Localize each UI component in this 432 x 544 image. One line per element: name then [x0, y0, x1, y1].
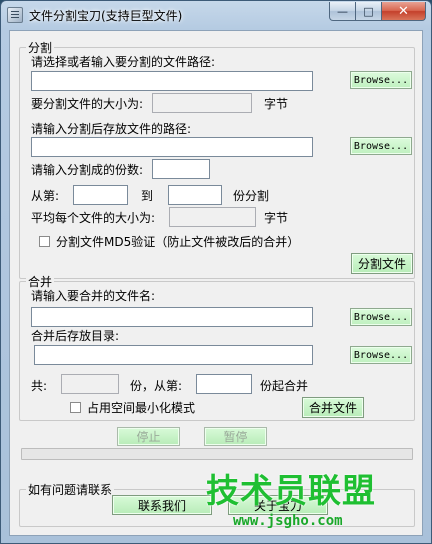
split-out-label: 请输入分割后存放文件的路径:	[31, 122, 192, 136]
split-to-suffix: 份分割	[233, 189, 270, 203]
md5-label: 分割文件MD5验证（防止文件被改后的合并）	[56, 235, 300, 249]
split-file-button[interactable]: 分割文件	[351, 253, 413, 274]
app-icon	[7, 7, 23, 23]
app-window: 文件分割宝刀(支持巨型文件) — □ ✕ 分割 请选择或者输入要分割的文件路径:…	[0, 0, 432, 544]
watermark-logo-text: 技术员联盟	[206, 471, 376, 510]
split-avg-field	[169, 207, 256, 227]
split-path-input[interactable]	[31, 71, 313, 91]
split-from-input[interactable]	[73, 185, 128, 205]
progress-bar	[21, 448, 413, 460]
stop-button[interactable]: 停止	[117, 427, 180, 446]
merge-file-input[interactable]	[31, 307, 313, 327]
contact-group-label: 如有问题请联系	[26, 481, 115, 498]
merge-dir-input[interactable]	[34, 345, 313, 365]
pause-button[interactable]: 暂停	[204, 427, 267, 446]
split-group-label: 分割	[26, 39, 55, 56]
merge-file-label: 请输入要合并的文件名:	[31, 289, 156, 303]
merge-total-suffix: 份，从第:	[130, 379, 183, 393]
split-path-label: 请选择或者输入要分割的文件路径:	[31, 55, 216, 69]
minimize-button[interactable]: —	[329, 2, 356, 21]
split-avg-unit: 字节	[264, 211, 289, 225]
merge-start-input[interactable]	[196, 374, 252, 394]
maximize-button[interactable]: □	[355, 2, 382, 21]
watermark-url: www.jsgho.com	[233, 513, 343, 529]
minspace-checkbox[interactable]	[70, 402, 81, 413]
split-browse-button[interactable]: Browse...	[350, 71, 412, 89]
close-button[interactable]: ✕	[381, 2, 426, 21]
split-out-browse-button[interactable]: Browse...	[350, 137, 412, 155]
split-avg-label: 平均每个文件的大小为:	[31, 211, 156, 225]
split-parts-input[interactable]	[152, 159, 210, 179]
close-icon: ✕	[398, 3, 409, 19]
merge-group-label: 合并	[26, 273, 55, 290]
split-size-unit: 字节	[264, 97, 289, 111]
split-to-input[interactable]	[168, 185, 222, 205]
watermark: 技术员联盟 www.jsgho.com	[206, 473, 411, 533]
split-out-input[interactable]	[31, 137, 313, 157]
split-size-field	[152, 93, 252, 113]
merge-dir-browse-button[interactable]: Browse...	[350, 346, 412, 364]
split-from-label: 从第:	[31, 189, 60, 203]
merge-dir-label: 合并后存放目录:	[31, 329, 120, 343]
title-bar[interactable]: 文件分割宝刀(支持巨型文件) — □ ✕	[1, 1, 431, 29]
maximize-icon: □	[363, 4, 374, 18]
merge-browse-button[interactable]: Browse...	[350, 308, 412, 326]
minimize-icon: —	[337, 4, 348, 18]
merge-start-suffix: 份起合并	[260, 379, 309, 393]
minspace-label: 占用空间最小化模式	[87, 401, 196, 415]
md5-checkbox[interactable]	[39, 236, 50, 247]
split-parts-label: 请输入分割成的份数:	[31, 163, 144, 177]
merge-total-label: 共:	[31, 379, 48, 393]
contact-us-button[interactable]: 联系我们	[112, 495, 212, 515]
client-area: 分割 请选择或者输入要分割的文件路径: Browse... 要分割文件的大小为:…	[9, 30, 423, 536]
merge-file-button[interactable]: 合并文件	[302, 397, 364, 418]
split-size-label: 要分割文件的大小为:	[31, 97, 144, 111]
merge-total-field	[61, 374, 119, 394]
split-to-label: 到	[141, 189, 154, 203]
window-title: 文件分割宝刀(支持巨型文件)	[29, 9, 183, 23]
